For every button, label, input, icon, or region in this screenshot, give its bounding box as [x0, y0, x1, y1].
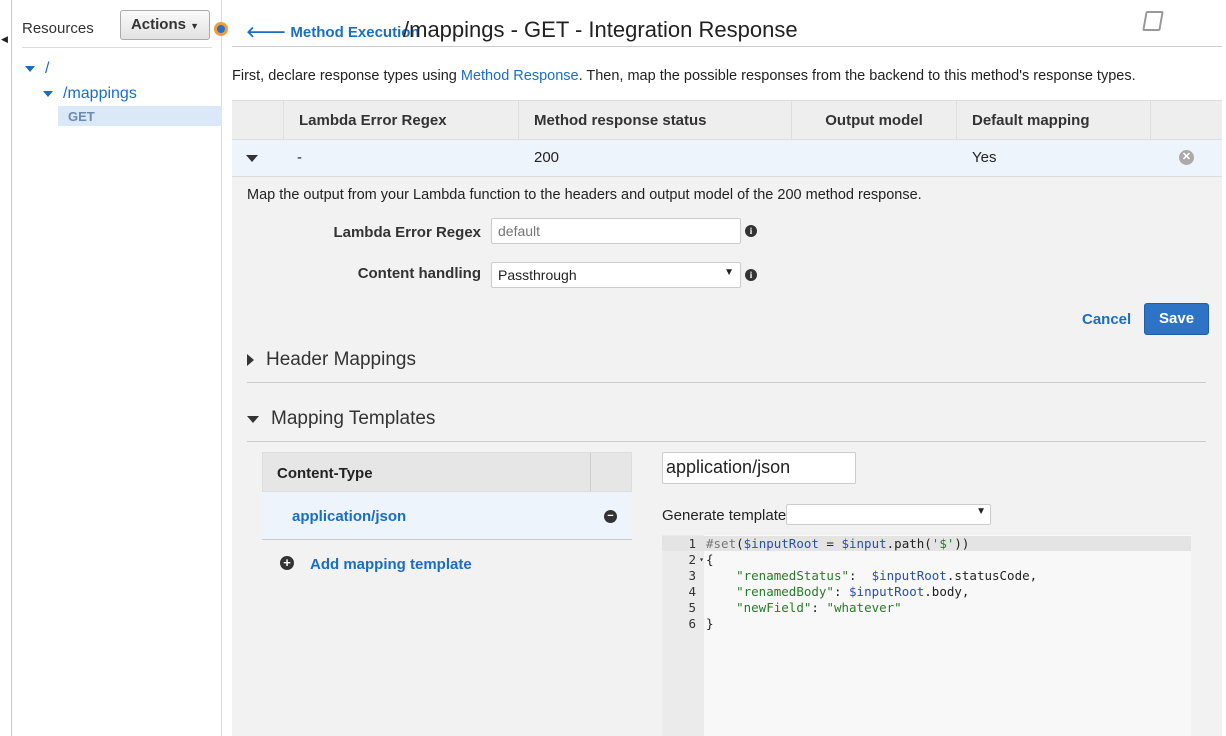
default-cell: Yes — [972, 149, 997, 166]
content-type-item[interactable]: application/json − — [262, 492, 632, 540]
arrow-left-icon: 🡐 — [246, 24, 287, 41]
content-type-input[interactable]: application/json — [662, 452, 856, 484]
expand-icon — [25, 66, 35, 72]
tree-item-get[interactable]: GET — [58, 106, 222, 126]
column-header: Lambda Error Regex — [283, 101, 447, 141]
info-icon[interactable]: i — [745, 225, 757, 237]
content-handling-select[interactable]: Passthrough ▼ — [491, 262, 741, 288]
status-cell: 200 — [534, 149, 560, 166]
template-code-editor[interactable]: 1 2 ▾ 3 4 5 6 #set($inputRoot = $input.pa… — [662, 535, 1191, 736]
header-mappings-toggle[interactable]: Header Mappings — [247, 349, 416, 371]
add-icon: + — [280, 556, 294, 570]
divider — [232, 46, 1222, 47]
code-line: "renamedBody": $inputRoot.body, — [736, 584, 970, 599]
expand-icon — [43, 91, 53, 97]
divider — [22, 47, 212, 48]
column-header: Default mapping — [956, 101, 1090, 141]
book-icon[interactable] — [1142, 11, 1164, 31]
regex-input[interactable] — [491, 218, 741, 244]
content-handling-label: Content handling — [357, 265, 481, 282]
tree-item-mappings[interactable]: /mappings — [43, 85, 137, 103]
resources-title: Resources — [22, 20, 94, 37]
content-type-header: Content-Type — [262, 452, 632, 492]
regex-cell: - — [297, 149, 302, 166]
remove-icon[interactable]: − — [604, 510, 617, 523]
actions-button[interactable]: Actions ▼ — [120, 10, 210, 40]
table-row[interactable]: - 200 Yes ✕ — [232, 140, 1222, 177]
intro-text: First, declare response types using Meth… — [232, 68, 1136, 84]
mapping-templates-toggle[interactable]: Mapping Templates — [247, 408, 435, 430]
add-mapping-template-button[interactable]: + Add mapping template — [262, 540, 632, 588]
divider — [247, 382, 1206, 383]
code-line: } — [706, 616, 714, 631]
content-type-table: Content-Type application/json − + Add mapp… — [262, 452, 632, 588]
generate-template-label: Generate template: — [662, 507, 791, 524]
responses-table-header: Lambda Error Regex Method response statu… — [232, 100, 1222, 141]
divider — [247, 441, 1206, 442]
regex-label: Lambda Error Regex — [333, 224, 481, 241]
collapse-sidebar-tab[interactable]: ◀ — [0, 0, 12, 736]
column-header: Output model — [791, 101, 956, 141]
code-line: "newField": "whatever" — [736, 600, 902, 615]
page-title: /mappings - GET - Integration Response — [403, 17, 798, 42]
generate-template-select[interactable]: ▼ — [786, 504, 991, 525]
detail-description: Map the output from your Lambda function… — [247, 187, 922, 203]
caret-left-icon: ◀ — [1, 34, 8, 44]
column-header: Method response status — [518, 101, 707, 141]
caret-down-icon: ▼ — [190, 21, 200, 31]
method-response-link[interactable]: Method Response — [461, 68, 579, 84]
info-icon[interactable]: i — [745, 269, 757, 281]
method-execution-link[interactable]: 🡐 Method Execution — [246, 22, 420, 41]
save-button[interactable]: Save — [1144, 303, 1210, 335]
collapse-icon — [247, 415, 259, 423]
code-line: { — [706, 552, 714, 567]
collapse-icon[interactable] — [246, 155, 258, 162]
code-line: "renamedStatus": $inputRoot.statusCode, — [736, 568, 1038, 583]
expand-icon — [247, 354, 254, 366]
fold-icon[interactable]: ▾ — [699, 555, 704, 564]
chevron-down-icon: ▼ — [976, 506, 986, 517]
status-dot-icon — [214, 22, 228, 36]
chevron-down-icon: ▼ — [724, 267, 734, 278]
delete-icon[interactable]: ✕ — [1179, 150, 1194, 165]
cancel-button[interactable]: Cancel — [1082, 311, 1131, 328]
tree-item-root[interactable]: / — [25, 60, 49, 78]
code-line: #set($inputRoot = $input.path('$')) — [706, 536, 970, 551]
column-header — [1150, 101, 1166, 141]
resources-sidebar: Resources Actions ▼ / /mappings GET — [12, 0, 228, 736]
